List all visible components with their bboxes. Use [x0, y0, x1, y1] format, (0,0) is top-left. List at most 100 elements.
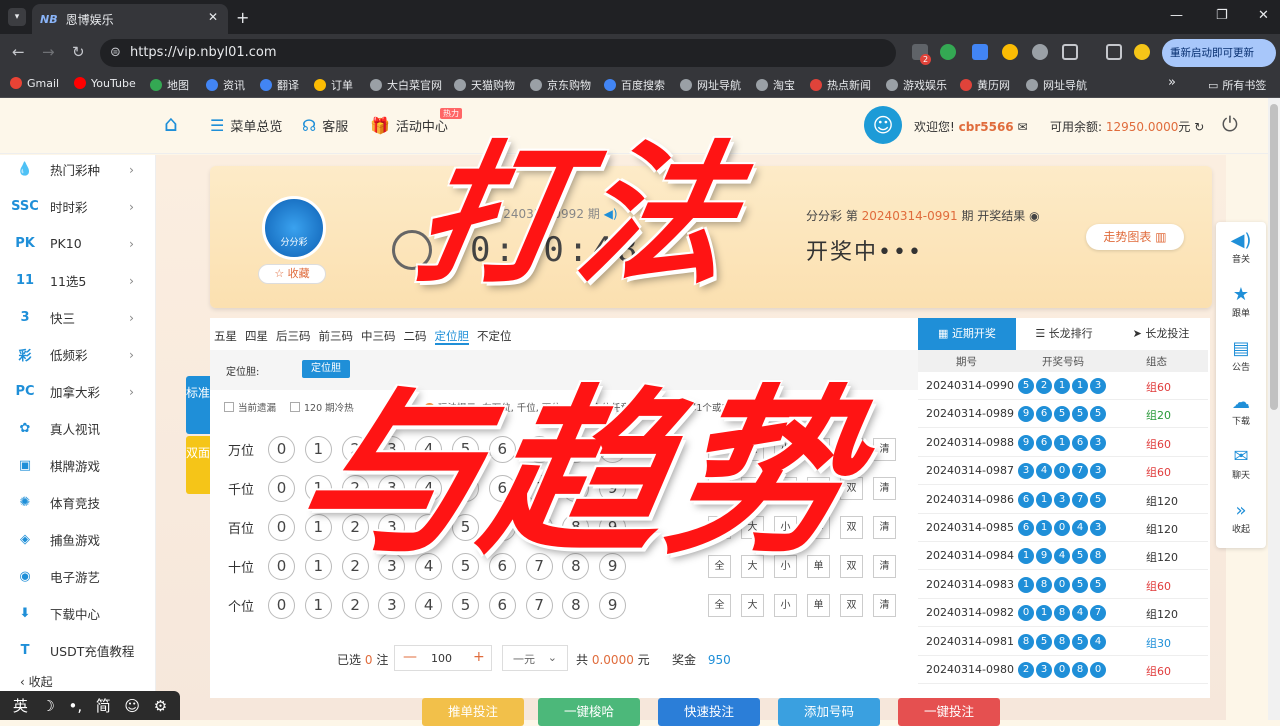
one-click-bet-button[interactable]: 一键投注 [898, 698, 1000, 726]
quick-select-button[interactable]: 双 [840, 594, 863, 617]
maximize-icon[interactable]: ❐ [1216, 8, 1228, 23]
bookmark-item[interactable]: 天猫购物 [454, 77, 515, 93]
tab-recent-draws[interactable]: ▦ 近期开奖 [918, 318, 1016, 350]
sidebar-item[interactable]: 彩 低频彩 › [0, 336, 156, 372]
page-scrollbar[interactable] [1268, 98, 1280, 720]
number-ball[interactable]: 7 [525, 592, 553, 619]
sidebar-item[interactable]: T USDT充值教程 [0, 632, 156, 668]
home-icon[interactable]: ⌂ [164, 112, 178, 137]
sidebar-item[interactable]: ⬇ 下载中心 [0, 595, 156, 631]
extension-icon[interactable] [972, 44, 988, 60]
play-tab[interactable]: 二码 [404, 329, 427, 343]
bookmark-item[interactable]: 淘宝 [756, 77, 795, 93]
quick-select-button[interactable]: 清 [873, 477, 896, 500]
sidepanel-icon[interactable] [1106, 44, 1122, 60]
profile-avatar[interactable] [1134, 44, 1150, 60]
bookmark-item[interactable]: 网址导航 [1026, 77, 1087, 93]
play-tab[interactable]: 四星 [245, 329, 268, 343]
number-ball[interactable]: 0 [268, 436, 295, 463]
float-bar-item[interactable]: » 收起 [1216, 500, 1266, 535]
tab-long-dragon-rank[interactable]: ☰ 长龙排行 [1016, 318, 1112, 350]
eye-icon[interactable]: ◉ [1029, 209, 1039, 223]
standard-mode-tab[interactable]: 标准 [186, 376, 210, 434]
sidebar-item[interactable]: 11 11选5 › [0, 262, 156, 298]
play-tab[interactable]: 定位胆 [434, 329, 469, 345]
bookmark-item[interactable]: 游戏娱乐 [886, 77, 947, 93]
sidebar-item[interactable]: SSC 时时彩 › [0, 188, 156, 224]
forward-icon[interactable]: → [42, 43, 55, 61]
quick-select-button[interactable]: 清 [873, 516, 896, 539]
number-ball[interactable]: 1 [304, 592, 332, 619]
bookmark-item[interactable]: 黄历网 [960, 77, 1010, 93]
quick-select-button[interactable]: 全 [708, 594, 731, 617]
extension-icon[interactable] [1002, 44, 1018, 60]
minus-icon[interactable]: — [403, 649, 417, 665]
minimize-icon[interactable]: — [1170, 8, 1183, 23]
missing-checkbox[interactable]: 当前遗漏 [224, 400, 276, 414]
quick-select-button[interactable]: 双 [840, 555, 863, 578]
plus-icon[interactable]: + [473, 649, 485, 665]
number-ball[interactable]: 9 [599, 592, 627, 619]
ime-punct-icon[interactable]: •, [69, 697, 83, 715]
play-tab[interactable]: 不定位 [477, 329, 512, 343]
sidebar-item[interactable]: ▣ 棋牌游戏 [0, 447, 156, 483]
sidebar-item[interactable]: PK PK10 › [0, 225, 156, 261]
site-info-icon[interactable]: ⊜ [110, 39, 121, 67]
bookmark-item[interactable]: 网址导航 [680, 77, 741, 93]
float-bar-item[interactable]: ✉ 聊天 [1216, 446, 1266, 481]
multiplier-stepper[interactable]: — 100 + [394, 645, 492, 671]
close-window-icon[interactable]: ✕ [1258, 8, 1269, 23]
ime-settings-icon[interactable]: ⚙ [154, 697, 167, 715]
user-avatar-icon[interactable]: ☺ [864, 106, 902, 144]
reload-icon[interactable]: ↻ [72, 43, 85, 61]
quick-select-button[interactable]: 小 [774, 594, 797, 617]
tab-long-dragon-bet[interactable]: ➤ 长龙投注 [1112, 318, 1210, 350]
quick-select-button[interactable]: 清 [873, 555, 896, 578]
favorite-button[interactable]: ☆ 收藏 [258, 264, 326, 284]
play-tab[interactable]: 中三码 [361, 329, 396, 343]
back-icon[interactable]: ← [12, 43, 25, 61]
quick-select-button[interactable]: 大 [741, 594, 764, 617]
menu-overview-link[interactable]: ☰ 菜单总览 [210, 116, 282, 135]
ime-simplified-toggle[interactable]: 简 [96, 695, 111, 716]
customer-service-link[interactable]: ☊ 客服 [302, 116, 348, 135]
update-button[interactable]: 重新启动即可更新 [1162, 39, 1276, 67]
ime-lang-toggle[interactable]: 英 [13, 695, 28, 716]
quick-select-button[interactable]: 单 [807, 594, 830, 617]
number-ball[interactable]: 6 [488, 592, 516, 619]
logout-icon[interactable]: ⏻ [1222, 112, 1238, 136]
extension-icon[interactable] [1032, 44, 1048, 60]
float-bar-item[interactable]: ★ 跟单 [1216, 284, 1266, 319]
browser-tab[interactable]: NB 恩博娱乐 ✕ [32, 4, 228, 34]
number-ball[interactable]: 4 [415, 592, 443, 619]
number-ball[interactable]: 2 [341, 592, 369, 619]
float-bar-item[interactable]: ☁ 下载 [1216, 392, 1266, 427]
ime-moon-icon[interactable]: ☽ [41, 697, 54, 715]
bookmark-item[interactable]: 翻译 [260, 77, 299, 93]
bookmark-item[interactable]: 京东购物 [530, 77, 591, 93]
bookmark-item[interactable]: 大白菜官网 [370, 77, 442, 93]
push-bet-button[interactable]: 推单投注 [422, 698, 524, 726]
sidebar-collapse[interactable]: ‹ 收起 [20, 673, 53, 690]
sidebar-item[interactable]: ✿ 真人视讯 [0, 410, 156, 446]
ime-emoji-icon[interactable]: ☺ [124, 697, 140, 715]
close-tab-icon[interactable]: ✕ [208, 10, 218, 24]
puzzle-icon[interactable] [1062, 44, 1078, 60]
number-ball[interactable]: 5 [452, 592, 479, 619]
bookmark-item[interactable]: 订单 [314, 77, 353, 93]
username[interactable]: cbr5566 [959, 120, 1014, 134]
quick-bet-button[interactable]: 快速投注 [658, 698, 760, 726]
play-tab[interactable]: 前三码 [319, 329, 354, 343]
refresh-icon[interactable]: ↻ [1194, 120, 1204, 134]
bookmark-item[interactable]: 热点新闻 [810, 77, 871, 93]
sidebar-item[interactable]: ◉ 电子游艺 [0, 558, 156, 594]
bookmark-item[interactable]: Gmail [10, 77, 59, 90]
unit-select[interactable]: 一元 ⌄ [502, 645, 568, 671]
sidebar-item[interactable]: ✺ 体育竞技 [0, 484, 156, 520]
sidebar-item[interactable]: 3 快三 › [0, 299, 156, 335]
float-bar-item[interactable]: ◀) 音关 [1216, 230, 1266, 265]
sidebar-item[interactable]: PC 加拿大彩 › [0, 373, 156, 409]
new-tab-icon[interactable]: + [236, 8, 249, 27]
bookmarks-more-icon[interactable]: » [1168, 75, 1176, 90]
quick-select-button[interactable]: 清 [873, 438, 896, 461]
